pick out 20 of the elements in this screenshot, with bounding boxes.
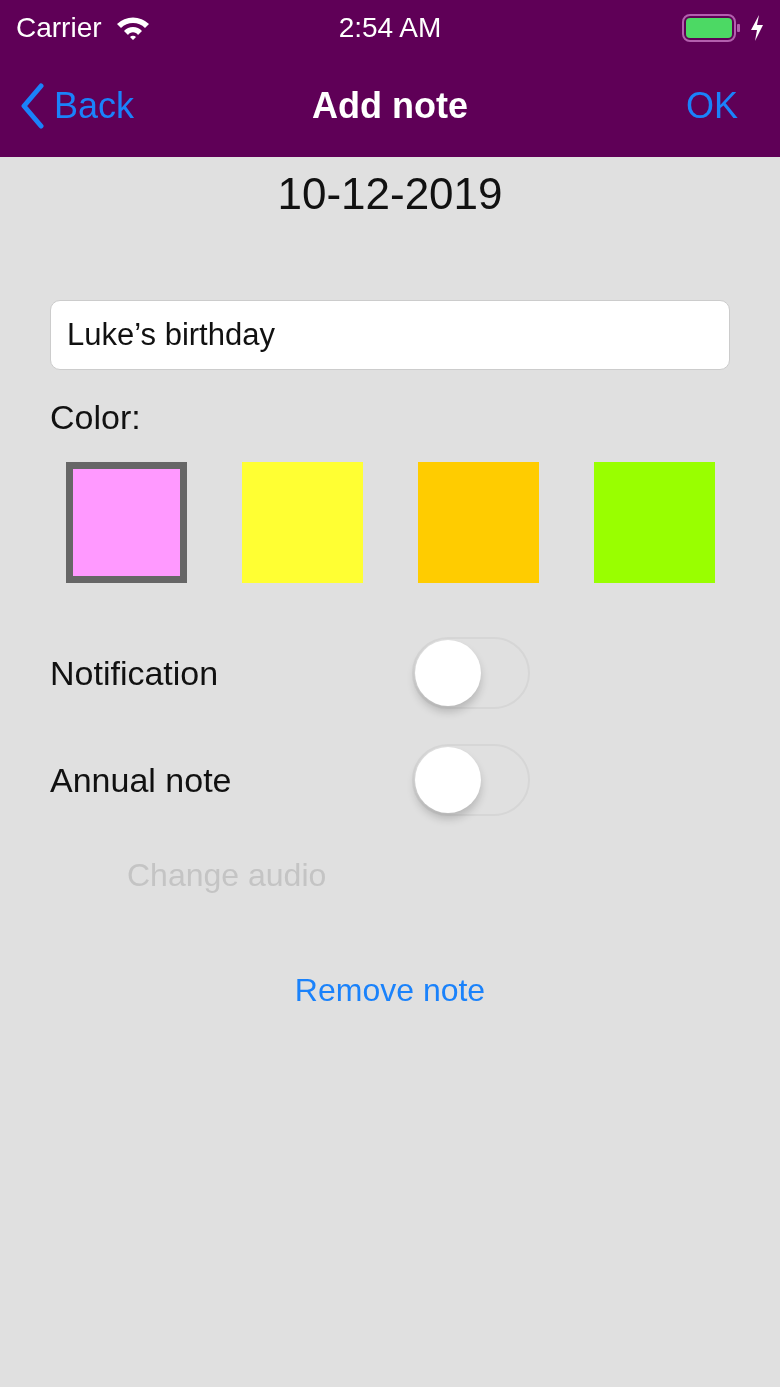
screen-title: Add note bbox=[312, 85, 468, 126]
toggle-switch[interactable] bbox=[412, 744, 530, 816]
color-swatch[interactable] bbox=[594, 462, 715, 583]
note-date: 10-12-2019 bbox=[276, 169, 504, 219]
remove-note-button[interactable]: Remove note bbox=[294, 970, 486, 1010]
color-swatch[interactable] bbox=[66, 462, 187, 583]
ok-button[interactable]: OK bbox=[686, 85, 738, 127]
carrier-label: Carrier bbox=[16, 11, 102, 44]
back-button[interactable]: Back bbox=[20, 83, 135, 129]
switch-label: Notification bbox=[50, 653, 220, 693]
back-chevron-icon bbox=[20, 83, 44, 129]
charging-icon bbox=[750, 14, 764, 41]
toggle-switch[interactable] bbox=[412, 637, 530, 709]
color-swatch[interactable] bbox=[418, 462, 539, 583]
note-input-field[interactable]: Luke’s birthday bbox=[50, 300, 730, 370]
switch-label: Annual note bbox=[50, 760, 233, 800]
battery-icon bbox=[682, 13, 742, 42]
clock-time: 2:54 AM bbox=[338, 11, 442, 43]
color-label: Color: bbox=[50, 397, 142, 437]
color-swatch[interactable] bbox=[242, 462, 363, 583]
